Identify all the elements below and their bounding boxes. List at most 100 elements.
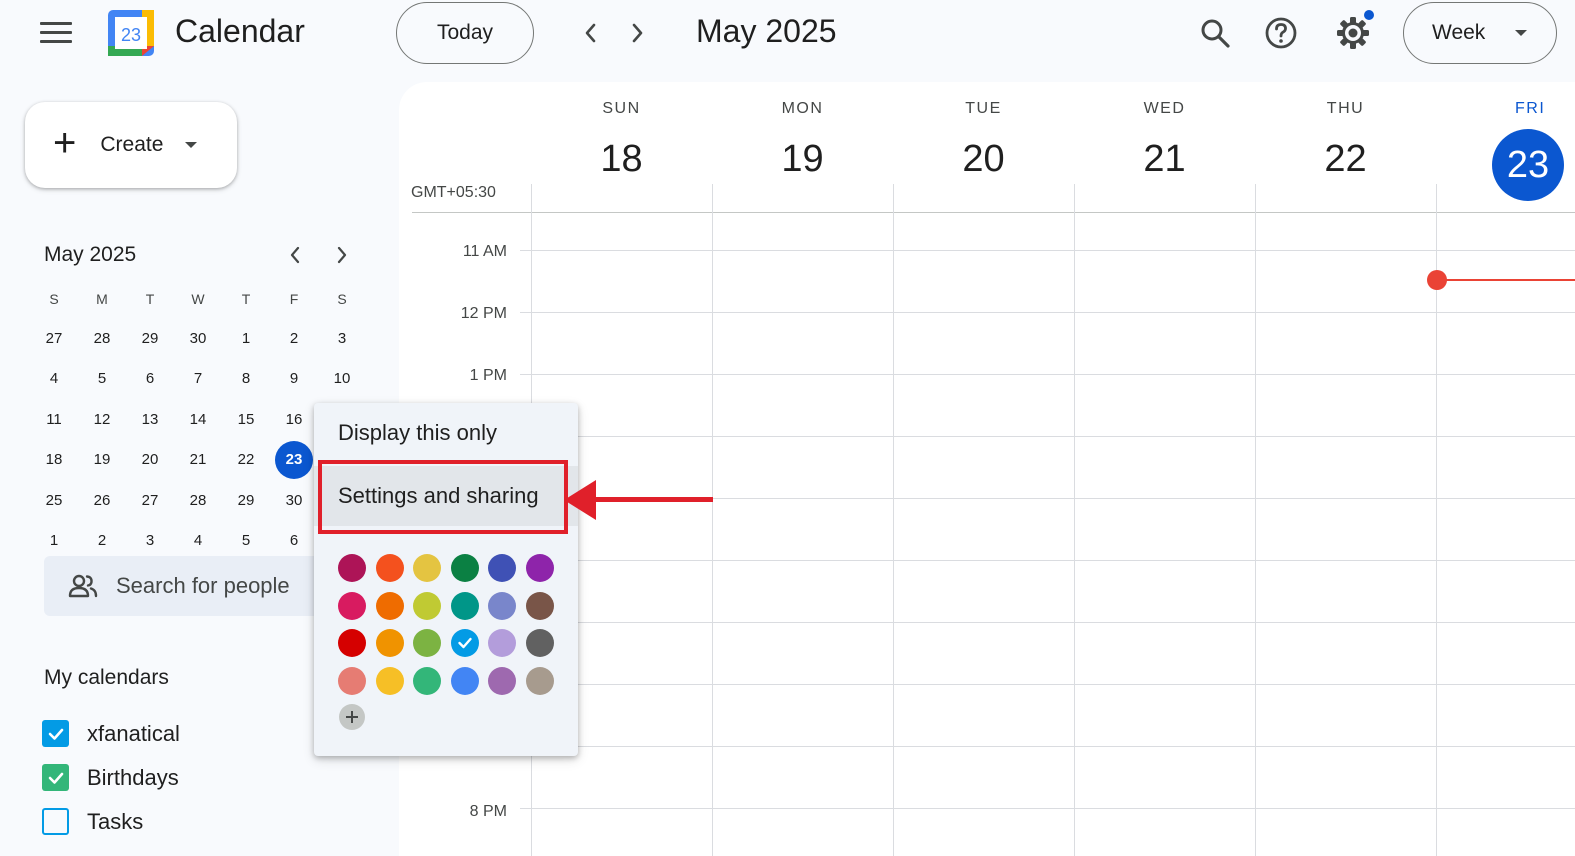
day-date-number[interactable]: 21 [1074, 138, 1255, 181]
create-button[interactable]: + Create [25, 102, 237, 188]
mini-calendar-day[interactable]: 27 [126, 480, 174, 521]
mini-calendar-day[interactable]: 1 [30, 521, 78, 562]
day-date-number[interactable]: 19 [712, 138, 893, 181]
color-swatch[interactable] [375, 591, 404, 620]
mini-calendar-day[interactable]: 27 [30, 318, 78, 359]
mini-calendar-day[interactable]: 29 [222, 480, 270, 521]
mini-calendar-day[interactable]: 10 [318, 359, 366, 400]
mini-calendar-day[interactable]: 6 [270, 521, 318, 562]
help-button[interactable] [1260, 12, 1302, 54]
color-swatch[interactable] [375, 554, 404, 582]
mini-calendar-day[interactable]: 8 [222, 359, 270, 400]
color-swatch[interactable] [488, 554, 516, 582]
color-swatch[interactable] [338, 591, 366, 620]
day-date-number[interactable]: 20 [893, 138, 1074, 181]
mini-calendar-next-button[interactable] [331, 243, 353, 267]
mini-calendar-day[interactable]: 2 [270, 318, 318, 359]
mini-calendar-title: May 2025 [44, 243, 137, 266]
mini-calendar-prev-button[interactable] [284, 243, 306, 267]
color-swatch[interactable] [488, 666, 516, 695]
day-of-week-label: THU [1326, 100, 1365, 117]
mini-calendar-day[interactable]: 30 [174, 318, 222, 359]
day-date-number[interactable]: 18 [531, 138, 712, 181]
color-swatch[interactable] [450, 629, 479, 657]
time-label: 11 AM [462, 243, 507, 260]
calendar-item-label: xfanatical [87, 720, 180, 746]
mini-calendar-day[interactable]: 28 [78, 318, 126, 359]
mini-calendar-day[interactable]: 5 [78, 359, 126, 400]
calendar-checkbox[interactable] [42, 764, 69, 791]
previous-week-button[interactable] [576, 18, 604, 48]
mini-calendar-day[interactable]: 23 [270, 440, 318, 481]
calendar-item[interactable]: xfanatical [42, 720, 180, 747]
mini-calendar-day[interactable]: 7 [174, 359, 222, 400]
mini-calendar-day[interactable]: 11 [30, 399, 78, 440]
color-swatch[interactable] [525, 591, 554, 620]
color-swatch[interactable] [338, 554, 366, 582]
menu-item-display-this-only[interactable]: Display this only [314, 403, 578, 463]
chevron-left-icon [585, 23, 596, 43]
color-swatch[interactable] [488, 629, 516, 657]
mini-calendar-day[interactable]: 18 [30, 440, 78, 481]
color-swatch[interactable] [375, 666, 404, 695]
day-of-week-label: WED [1143, 100, 1186, 117]
color-swatch[interactable] [450, 554, 479, 582]
search-people-placeholder: Search for people [116, 573, 290, 598]
calendar-checkbox[interactable] [42, 720, 69, 747]
search-people-input[interactable]: Search for people [44, 556, 344, 616]
color-swatch[interactable] [413, 629, 441, 657]
color-swatch[interactable] [375, 629, 404, 657]
mini-calendar-day[interactable]: 16 [270, 399, 318, 440]
search-button[interactable] [1194, 12, 1236, 54]
mini-calendar-day[interactable]: 4 [30, 359, 78, 400]
mini-calendar-day[interactable]: 25 [30, 480, 78, 521]
mini-calendar-day[interactable]: 4 [174, 521, 222, 562]
day-date-number[interactable]: 23 [1492, 129, 1564, 201]
mini-calendar-day[interactable]: 14 [174, 399, 222, 440]
mini-calendar-day[interactable]: 15 [222, 399, 270, 440]
next-week-button[interactable] [624, 18, 652, 48]
mini-calendar-day[interactable]: 22 [222, 440, 270, 481]
mini-calendar-day[interactable]: 29 [126, 318, 174, 359]
mini-calendar-day[interactable]: 13 [126, 399, 174, 440]
mini-calendar-day[interactable]: 21 [174, 440, 222, 481]
today-button[interactable]: Today [396, 2, 534, 64]
color-swatch[interactable] [525, 666, 554, 695]
mini-calendar-day[interactable]: 2 [78, 521, 126, 562]
color-swatch[interactable] [413, 666, 441, 695]
hour-gridline [520, 560, 1575, 561]
day-of-week-label: MON [781, 100, 824, 117]
plus-icon: + [53, 121, 77, 165]
main-menu-button[interactable] [40, 22, 72, 44]
annotation-arrow-line [590, 497, 713, 502]
day-of-week-label: TUE [965, 100, 1002, 117]
mini-calendar-day[interactable]: 6 [126, 359, 174, 400]
color-swatch[interactable] [413, 591, 441, 620]
mini-calendar-day[interactable]: 3 [126, 521, 174, 562]
mini-calendar-day[interactable]: 9 [270, 359, 318, 400]
add-custom-color-button[interactable] [339, 704, 365, 730]
mini-calendar-day[interactable]: 19 [78, 440, 126, 481]
mini-calendar-day[interactable]: 1 [222, 318, 270, 359]
mini-calendar-day[interactable]: 12 [78, 399, 126, 440]
color-swatch[interactable] [488, 591, 516, 620]
mini-calendar-day[interactable]: 30 [270, 480, 318, 521]
calendar-checkbox[interactable] [42, 808, 69, 835]
color-swatch[interactable] [450, 666, 479, 695]
chevron-right-icon [337, 246, 347, 264]
color-swatch[interactable] [338, 629, 366, 657]
day-date-number[interactable]: 22 [1255, 138, 1436, 181]
color-swatch[interactable] [338, 666, 366, 695]
color-swatch[interactable] [525, 554, 554, 582]
color-swatch[interactable] [413, 554, 441, 582]
color-swatch[interactable] [450, 591, 479, 620]
mini-calendar-day[interactable]: 3 [318, 318, 366, 359]
mini-calendar-day[interactable]: 28 [174, 480, 222, 521]
mini-calendar-day[interactable]: 5 [222, 521, 270, 562]
view-selector-button[interactable]: Week [1403, 2, 1557, 64]
calendar-item[interactable]: Birthdays [42, 764, 179, 791]
calendar-item[interactable]: Tasks [42, 808, 143, 835]
mini-calendar-day[interactable]: 20 [126, 440, 174, 481]
color-swatch[interactable] [525, 629, 554, 657]
mini-calendar-day[interactable]: 26 [78, 480, 126, 521]
